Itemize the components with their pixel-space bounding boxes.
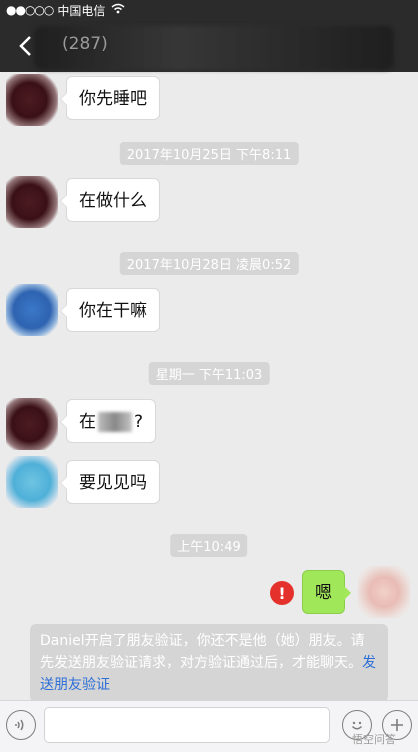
contact-avatar[interactable] bbox=[6, 456, 58, 508]
message-text-suffix: ? bbox=[134, 412, 144, 432]
chevron-left-icon bbox=[19, 36, 31, 56]
friend-verification-notice: Daniel开启了朋友验证，你还不是他（她）朋友。请先发送朋友验证请求，对方验证… bbox=[30, 624, 388, 702]
timestamp: 2017年10月25日 下午8:11 bbox=[119, 142, 299, 165]
notice-text: Daniel开启了朋友验证，你还不是他（她）朋友。请先发送朋友验证请求，对方验证… bbox=[40, 633, 365, 671]
status-bar: ●●○○○ 中国电信 bbox=[0, 0, 418, 20]
voice-icon bbox=[15, 719, 24, 731]
message-input[interactable] bbox=[44, 707, 330, 743]
my-message-bubble[interactable]: 嗯 bbox=[302, 570, 351, 614]
signal-strength: ●●○○○ bbox=[6, 3, 54, 17]
chat-title: (287) bbox=[62, 34, 108, 54]
carrier-name: 中国电信 bbox=[57, 3, 106, 18]
timestamp: 上午10:49 bbox=[170, 534, 248, 557]
timestamp: 星期一 下午11:03 bbox=[148, 362, 270, 385]
wifi-icon bbox=[111, 3, 125, 17]
message-bubble[interactable]: 你在干嘛 bbox=[60, 288, 160, 332]
message-text-prefix: 在 bbox=[79, 412, 96, 432]
contact-avatar[interactable] bbox=[6, 176, 58, 228]
back-button[interactable] bbox=[8, 30, 42, 62]
voice-button[interactable] bbox=[6, 710, 36, 740]
send-failed-icon[interactable]: ! bbox=[270, 581, 294, 605]
message-bubble[interactable]: 要见见吗 bbox=[60, 460, 160, 504]
my-avatar[interactable] bbox=[358, 566, 410, 618]
contact-avatar[interactable] bbox=[6, 398, 58, 450]
chat-header: (287) bbox=[0, 20, 418, 72]
message-bubble[interactable]: 在? bbox=[59, 399, 157, 443]
timestamp: 2017年10月28日 凌晨0:52 bbox=[119, 252, 299, 275]
message-bubble[interactable]: 在做什么 bbox=[60, 178, 160, 222]
input-toolbar: 悟空问答 bbox=[0, 700, 418, 752]
contact-avatar[interactable] bbox=[6, 74, 58, 126]
message-list[interactable]: 你先睡吧 2017年10月25日 下午8:11 在做什么 2017年10月28日… bbox=[0, 72, 418, 702]
watermark: 悟空问答 bbox=[352, 733, 396, 746]
message-bubble[interactable]: 你先睡吧 bbox=[60, 76, 160, 120]
redacted-text bbox=[98, 412, 132, 432]
contact-avatar[interactable] bbox=[6, 284, 58, 336]
